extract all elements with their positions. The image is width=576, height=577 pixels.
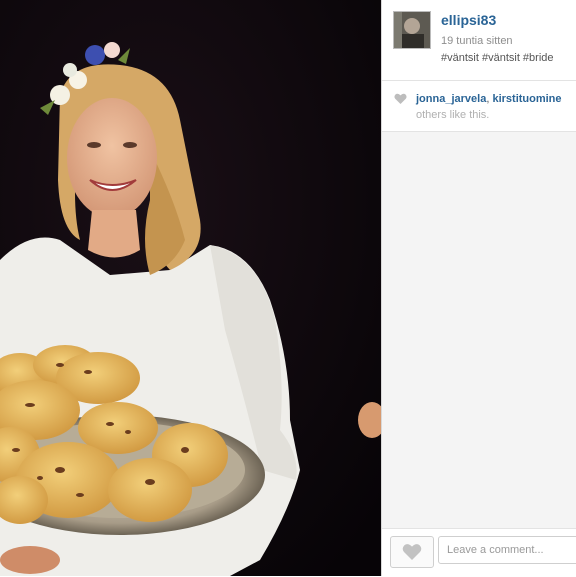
liker-link[interactable]: jonna_jarvela: [416, 93, 486, 105]
avatar[interactable]: [393, 11, 431, 49]
comment-bar: [382, 528, 576, 577]
liker-separator: ,: [486, 93, 490, 105]
post-timestamp: 19 tuntia sitten: [441, 35, 513, 47]
avatar-image: [394, 12, 430, 48]
post-photo[interactable]: [0, 0, 381, 576]
username-link[interactable]: ellipsi83: [441, 12, 496, 28]
post-sidebar: ellipsi83 19 tuntia sitten #väntsit #vän…: [381, 0, 576, 577]
comments-area: [382, 132, 576, 528]
photo-illustration: [0, 0, 381, 576]
heart-icon: [402, 544, 422, 560]
likers-list: jonna_jarvela, kirstituomine: [416, 93, 562, 105]
liker-link[interactable]: kirstituomine: [492, 93, 561, 105]
likes-suffix: others like this.: [416, 109, 490, 121]
likes-section: jonna_jarvela, kirstituomine others like…: [382, 81, 576, 132]
like-button[interactable]: [390, 536, 434, 568]
post-header: ellipsi83 19 tuntia sitten #väntsit #vän…: [382, 0, 576, 81]
comment-input[interactable]: [438, 536, 576, 564]
heart-icon: [394, 93, 407, 104]
post-caption: #väntsit #väntsit #bride: [441, 52, 554, 64]
